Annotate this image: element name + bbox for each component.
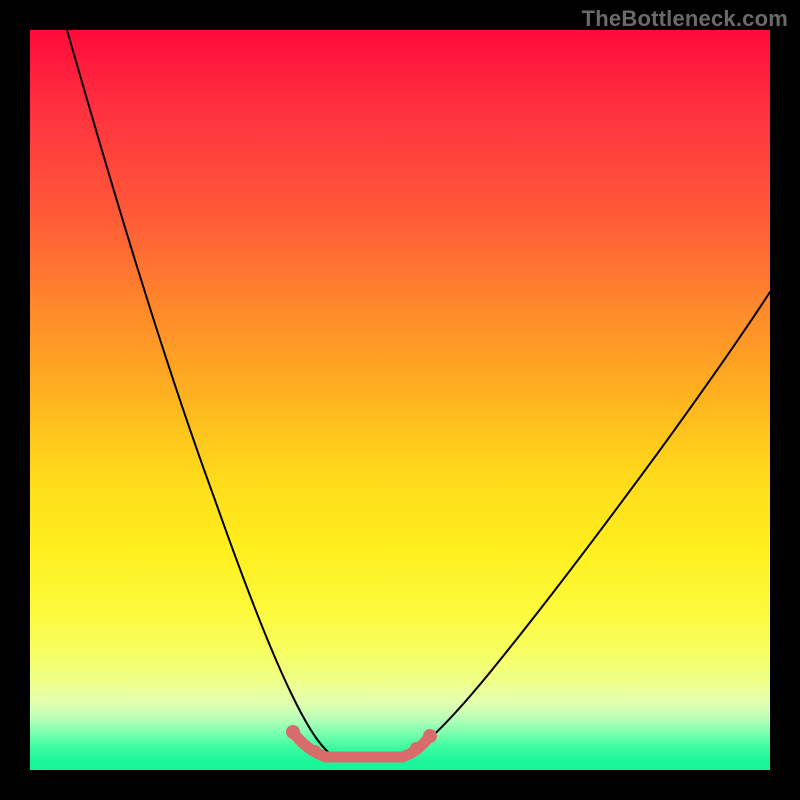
optimal-range-bead xyxy=(309,745,321,757)
optimal-range-start-dot xyxy=(286,725,300,739)
optimal-range-bead xyxy=(410,742,422,754)
curve-left-arm xyxy=(67,30,332,756)
curve-right-arm xyxy=(408,292,770,756)
optimal-range-end-dot xyxy=(423,729,437,743)
chart-svg xyxy=(30,30,770,770)
chart-stage: TheBottleneck.com xyxy=(0,0,800,800)
watermark-text: TheBottleneck.com xyxy=(582,6,788,32)
plot-area xyxy=(30,30,770,770)
